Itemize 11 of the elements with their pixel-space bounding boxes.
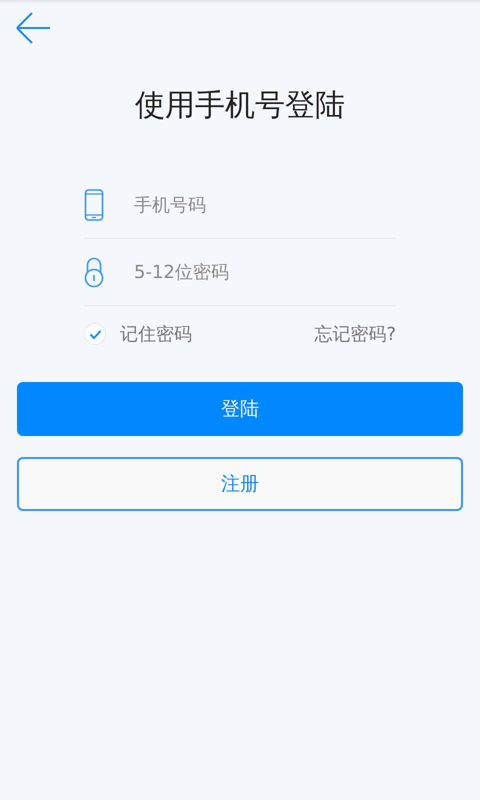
phone-icon: [84, 189, 104, 221]
forgot-password-link[interactable]: 忘记密码?: [314, 322, 396, 346]
lock-icon: [84, 256, 104, 288]
password-field[interactable]: 5-12位密码: [134, 252, 364, 292]
remember-checkbox[interactable]: [84, 323, 106, 345]
page-title: 使用手机号登陆: [134, 87, 346, 125]
phone-field[interactable]: 手机号码: [134, 185, 364, 225]
check-icon: [88, 328, 102, 340]
remember-label: 记住密码: [120, 323, 192, 346]
login-button[interactable]: 登陆: [17, 382, 463, 436]
register-button[interactable]: 注册: [17, 457, 463, 511]
